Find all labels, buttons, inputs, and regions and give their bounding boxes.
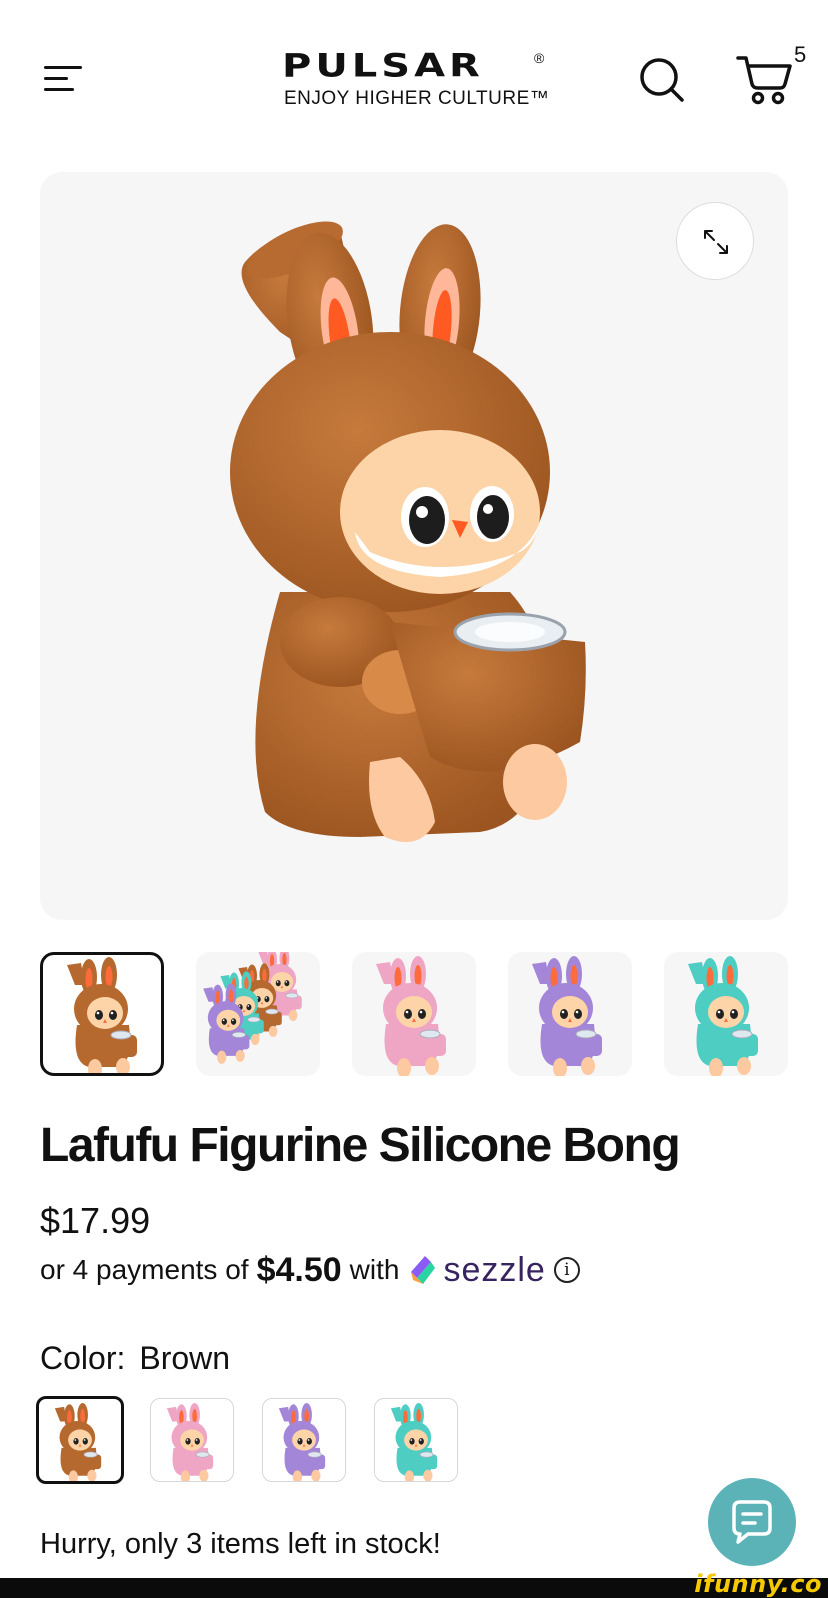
swatch-teal[interactable] — [374, 1398, 458, 1482]
product-title: Lafufu Figurine Silicone Bong — [40, 1119, 681, 1172]
thumbnail-pink[interactable] — [352, 952, 476, 1076]
expand-icon[interactable] — [676, 202, 754, 280]
registered-mark: ® — [534, 50, 545, 66]
color-swatches — [36, 1396, 496, 1486]
swatch-brown[interactable] — [36, 1396, 124, 1484]
hamburger-menu-icon[interactable] — [40, 62, 86, 96]
thumbnail-group[interactable] — [196, 952, 320, 1076]
thumbnail-brown[interactable] — [40, 952, 164, 1076]
installment-amount: $4.50 — [256, 1250, 342, 1289]
thumbnail-strip — [40, 952, 788, 1076]
product-main-image[interactable] — [40, 172, 788, 920]
watermark: ifunny.co — [694, 1570, 822, 1598]
swatch-purple[interactable] — [262, 1398, 346, 1482]
chat-icon[interactable] — [708, 1478, 796, 1566]
cart-icon[interactable] — [736, 54, 792, 106]
color-label: Color: — [40, 1340, 126, 1376]
color-value: Brown — [139, 1340, 231, 1376]
site-header: PULSAR ® ENJOY HIGHER CULTURE™ 5 — [0, 0, 828, 150]
swatch-pink[interactable] — [150, 1398, 234, 1482]
thumbnail-purple[interactable] — [508, 952, 632, 1076]
sezzle-icon — [411, 1256, 436, 1284]
color-selector-label: Color: Brown — [40, 1340, 230, 1377]
product-figure-image — [230, 221, 586, 842]
sezzle-wordmark: sezzle — [443, 1250, 546, 1289]
installment-info: or 4 payments of $4.50 with sezzle i — [40, 1248, 580, 1292]
brand-tagline: ENJOY HIGHER CULTURE™ — [284, 88, 550, 109]
product-price: $17.99 — [40, 1200, 151, 1241]
thumbnail-teal[interactable] — [664, 952, 788, 1076]
brand-name: PULSAR — [282, 47, 484, 85]
stock-warning: Hurry, only 3 items left in stock! — [40, 1528, 441, 1560]
installment-prefix: or 4 payments of — [40, 1254, 249, 1285]
brand-logo[interactable]: PULSAR ® ENJOY HIGHER CULTURE™ — [282, 47, 552, 109]
cart-count-badge: 5 — [794, 42, 807, 67]
sezzle-logo: sezzle — [407, 1251, 545, 1290]
search-icon[interactable] — [638, 56, 686, 104]
installment-with: with — [349, 1254, 400, 1285]
info-icon[interactable]: i — [553, 1257, 580, 1283]
